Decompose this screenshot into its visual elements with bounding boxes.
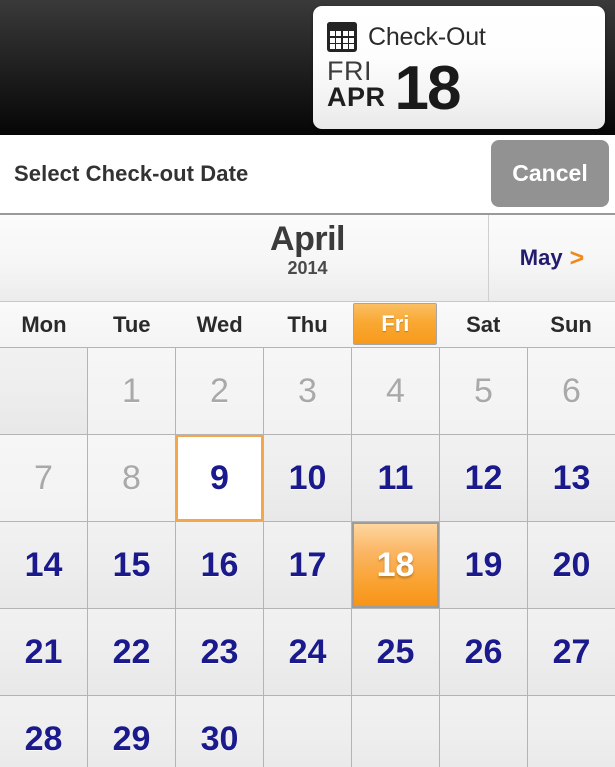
day-cell-10[interactable]: 10 [264, 435, 351, 521]
day-cell-16[interactable]: 16 [176, 522, 263, 608]
month-nav-bar: April 2014 May > [0, 215, 615, 302]
day-cell-12[interactable]: 12 [440, 435, 527, 521]
day-cell-20[interactable]: 20 [528, 522, 615, 608]
calendar-day-grid: 1 2 3 4 5 6 7 8 9 10 11 12 13 14 15 16 17 18 19 20 21 22 23 24 2… [0, 347, 615, 767]
day-cell-15[interactable]: 15 [88, 522, 175, 608]
day-cell-empty [264, 696, 351, 767]
checkout-summary-badge[interactable]: Check-Out FRI APR 18 [313, 6, 605, 129]
day-cell-23[interactable]: 23 [176, 609, 263, 695]
day-cell-25[interactable]: 25 [352, 609, 439, 695]
cancel-button[interactable]: Cancel [491, 140, 609, 207]
calendar-icon [327, 22, 357, 52]
day-cell-11[interactable]: 11 [352, 435, 439, 521]
day-cell-3: 3 [264, 348, 351, 434]
day-cell-6: 6 [528, 348, 615, 434]
day-cell-21[interactable]: 21 [0, 609, 87, 695]
checkout-date-row: FRI APR 18 [327, 53, 605, 123]
day-cell-28[interactable]: 28 [0, 696, 87, 767]
day-cell-empty [0, 348, 87, 434]
weekday-header-sun: Sun [550, 311, 592, 337]
day-cell-30[interactable]: 30 [176, 696, 263, 767]
day-cell-8: 8 [88, 435, 175, 521]
weekday-header-sat: Sat [466, 311, 501, 337]
day-cell-1: 1 [88, 348, 175, 434]
next-month-label: May [519, 245, 563, 270]
title-bar: Select Check-out Date Cancel [0, 135, 615, 215]
day-cell-26[interactable]: 26 [440, 609, 527, 695]
checkout-label: Check-Out [368, 22, 486, 51]
checkout-badge-header: Check-Out [327, 18, 605, 56]
day-cell-9[interactable]: 9 [176, 435, 263, 521]
weekday-header-wed: Wed [196, 311, 243, 337]
checkout-weekday-month: FRI APR [327, 56, 386, 115]
weekday-header-mon: Mon [21, 311, 67, 337]
day-cell-17[interactable]: 17 [264, 522, 351, 608]
day-cell-27[interactable]: 27 [528, 609, 615, 695]
page-title: Select Check-out Date [14, 161, 249, 186]
next-month-button[interactable]: May > [488, 215, 615, 301]
checkout-day-number: 18 [394, 53, 462, 123]
day-cell-empty [528, 696, 615, 767]
day-cell-22[interactable]: 22 [88, 609, 175, 695]
day-cell-13[interactable]: 13 [528, 435, 615, 521]
day-cell-14[interactable]: 14 [0, 522, 87, 608]
calendar-screen: Check-Out FRI APR 18 Select Check-out Da… [0, 0, 615, 767]
day-cell-5: 5 [440, 348, 527, 434]
day-cell-4: 4 [352, 348, 439, 434]
day-cell-7: 7 [0, 435, 87, 521]
day-cell-29[interactable]: 29 [88, 696, 175, 767]
weekday-header-fri: Fri [353, 303, 438, 345]
day-cell-24[interactable]: 24 [264, 609, 351, 695]
checkout-month-abbr: APR [327, 82, 386, 113]
day-cell-empty [440, 696, 527, 767]
day-cell-19[interactable]: 19 [440, 522, 527, 608]
day-cell-2: 2 [176, 348, 263, 434]
weekday-header-thu: Thu [287, 311, 328, 337]
top-dark-bar: Check-Out FRI APR 18 [0, 0, 615, 135]
checkout-weekday: FRI [327, 56, 372, 86]
day-cell-empty [352, 696, 439, 767]
weekday-header-tue: Tue [113, 311, 151, 337]
day-cell-18[interactable]: 18 [352, 522, 439, 608]
chevron-right-icon: > [569, 243, 585, 272]
weekday-header-row: Mon Tue Wed Thu Fri Sat Sun [0, 302, 615, 347]
